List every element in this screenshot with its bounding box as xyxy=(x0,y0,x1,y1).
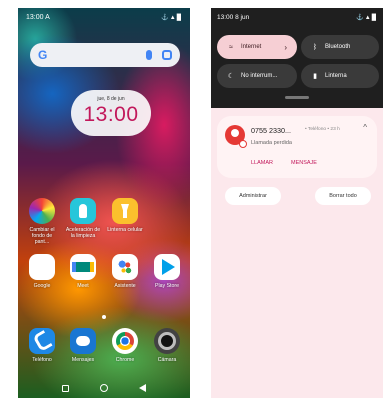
chevron-up-icon[interactable]: ^ xyxy=(363,123,367,132)
quick-settings: 13:00 8 jun ⚓▲█ ≈ Internet › ᛒ Bluetooth… xyxy=(211,8,383,108)
clock-date: jue, 8 de jun xyxy=(97,96,125,102)
tile-linterna[interactable]: ▮ Linterna xyxy=(301,64,379,88)
home-button[interactable] xyxy=(97,384,111,394)
play-store-icon xyxy=(154,254,180,280)
notification-shade: 13:00 8 jun ⚓▲█ ≈ Internet › ᛒ Bluetooth… xyxy=(211,8,383,398)
app-chrome[interactable]: Chrome xyxy=(107,328,143,363)
back-icon xyxy=(139,384,147,392)
assistant-icon xyxy=(112,254,138,280)
chevron-right-icon: › xyxy=(284,42,287,52)
tile-label: Bluetooth xyxy=(325,44,351,50)
clock-widget[interactable]: jue, 8 de jun 13:00 xyxy=(71,90,151,136)
lens-icon[interactable] xyxy=(162,50,172,60)
app-play-store[interactable]: Play Store xyxy=(149,254,185,289)
app-google[interactable]: Google xyxy=(24,254,60,289)
app-aceleracion[interactable]: Aceleración de la limpieza xyxy=(65,198,101,239)
flashlight-icon xyxy=(112,198,138,224)
tile-label: Internet xyxy=(241,44,262,50)
status-icons: ⚓▲█ xyxy=(356,14,377,21)
recents-button[interactable] xyxy=(58,384,72,394)
status-icons: ⚓▲█ xyxy=(161,14,182,21)
status-time: 13:00 xyxy=(217,13,234,21)
wifi-icon: ≈ xyxy=(229,43,233,51)
call-back-button[interactable]: LLAMAR xyxy=(251,160,273,166)
meet-icon xyxy=(70,254,96,280)
recents-icon xyxy=(61,385,69,392)
page-indicator xyxy=(102,315,106,319)
phone-icon xyxy=(29,328,55,354)
tile-label: Linterna xyxy=(325,73,347,79)
drag-handle[interactable] xyxy=(285,96,309,99)
tile-label: No interrum... xyxy=(241,73,278,79)
caller-number: 0755 2330... xyxy=(251,126,291,135)
tile-internet[interactable]: ≈ Internet › xyxy=(217,35,297,59)
app-linterna[interactable]: Linterna celular xyxy=(107,198,143,233)
app-label: Cambiar el fondo de pant... xyxy=(29,227,55,245)
home-screen: 13:00 A ⚓▲█ G jue, 8 de jun 13:00 Cambia… xyxy=(18,8,190,398)
back-button[interactable] xyxy=(136,384,150,394)
app-label: Play Store xyxy=(155,283,179,289)
manage-button[interactable]: Administrar xyxy=(225,187,281,205)
app-cambiar-fondo[interactable]: Cambiar el fondo de pant... xyxy=(24,198,60,245)
app-label: Teléfono xyxy=(32,357,52,363)
app-label: Mensajes xyxy=(71,357,95,363)
navigation-bar xyxy=(18,380,190,398)
cleaner-icon xyxy=(70,198,96,224)
app-label: Asistente xyxy=(114,283,136,289)
status-bar: 13:00 8 jun ⚓▲█ xyxy=(217,11,377,23)
app-asistente[interactable]: Asistente xyxy=(107,254,143,289)
app-label: Linterna celular xyxy=(107,227,143,233)
app-mensajes[interactable]: Mensajes xyxy=(65,328,101,363)
tile-no-interrumpir[interactable]: ☾ No interrum... xyxy=(217,64,297,88)
google-search-bar[interactable]: G xyxy=(30,43,180,67)
notification-meta: • Teléfono • 23 h xyxy=(305,127,340,132)
moon-icon: ☾ xyxy=(227,73,235,80)
message-button[interactable]: MENSAJE xyxy=(291,160,317,166)
microphone-icon[interactable] xyxy=(146,50,152,60)
tile-bluetooth[interactable]: ᛒ Bluetooth xyxy=(301,35,379,59)
status-time: 13:00 xyxy=(26,13,44,21)
app-label: Chrome xyxy=(115,357,135,363)
clear-all-button[interactable]: Borrar todo xyxy=(315,187,371,205)
camera-icon xyxy=(154,328,180,354)
app-telefono[interactable]: Teléfono xyxy=(24,328,60,363)
home-icon xyxy=(99,384,108,392)
app-label: Aceleración de la limpieza xyxy=(65,227,101,239)
status-extra: A xyxy=(45,13,50,21)
notification-text: Llamada perdida xyxy=(251,140,292,146)
bluetooth-icon: ᛒ xyxy=(312,43,318,51)
missed-call-notification[interactable]: 0755 2330... • Teléfono • 23 h ^ Llamada… xyxy=(217,116,377,178)
clock-time: 13:00 xyxy=(83,103,139,126)
status-bar: 13:00 A ⚓▲█ xyxy=(26,11,182,23)
google-logo-icon: G xyxy=(38,48,48,62)
app-label: Meet xyxy=(77,283,89,289)
app-label: Cámara xyxy=(157,357,177,363)
google-folder-icon xyxy=(29,254,55,280)
messages-icon xyxy=(70,328,96,354)
app-meet[interactable]: Meet xyxy=(65,254,101,289)
app-label: Google xyxy=(33,283,51,289)
status-date: 8 jun xyxy=(235,13,250,21)
missed-call-badge-icon xyxy=(239,140,247,148)
wallpaper-icon xyxy=(29,198,55,224)
app-camara[interactable]: Cámara xyxy=(149,328,185,363)
flashlight-icon: ▮ xyxy=(313,73,317,80)
chrome-icon xyxy=(112,328,138,354)
